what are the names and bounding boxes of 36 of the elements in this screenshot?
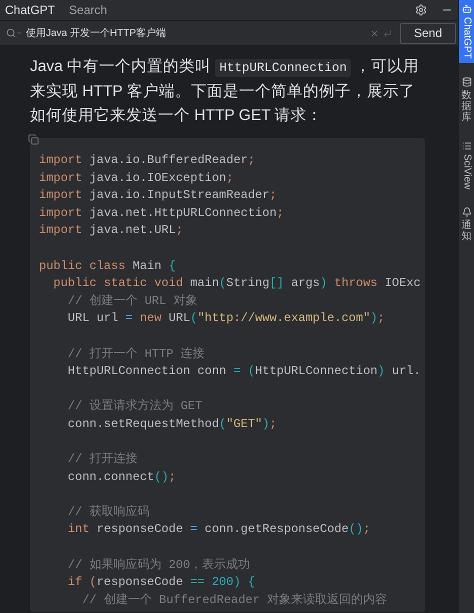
code-line: import java.io.BufferedReader; <box>39 153 256 167</box>
code-line: if (responseCode == 200) { <box>66 575 256 590</box>
code-line: import java.io.IOException; <box>39 170 234 185</box>
code-line: // 打开一个 HTTP 连接 <box>66 346 205 361</box>
clear-icon[interactable] <box>370 28 379 38</box>
code-line: // 获取响应码 <box>66 504 150 519</box>
code-line: public class Main { <box>39 258 176 273</box>
side-tab[interactable]: 数据库 <box>459 72 474 127</box>
header-tab[interactable]: ChatGPT <box>5 4 56 16</box>
settings-icon[interactable] <box>415 4 427 16</box>
side-tab[interactable]: SciView <box>459 136 474 194</box>
code-line: int responseCode = conn.getResponseCode(); <box>66 522 370 536</box>
side-tab[interactable]: ChatGPT <box>459 0 474 63</box>
bell-icon <box>462 207 472 218</box>
code-line: conn.connect(); <box>66 470 176 484</box>
copy-icon[interactable] <box>28 134 39 145</box>
send-button[interactable]: Send <box>400 22 456 44</box>
robot-icon <box>462 4 472 14</box>
code-line: // 如果响应码为 200，表示成功 <box>66 558 250 572</box>
database-icon <box>462 76 472 87</box>
message-text: Java 中有一个内置的类叫 HttpURLConnection ，可以用来实现 HTTP 客户端。下面是一个简单的例子，展示了如何使用它来发送一个 HTTP GET 请求： <box>30 57 420 126</box>
code-line: import java.net.URL; <box>39 223 184 238</box>
code-line: // 创建一个 URL 对象 <box>66 294 198 308</box>
search-icon[interactable] <box>6 28 22 38</box>
code-line: // 创建一个 BufferedReader 对象来读取返回的内容 <box>81 592 388 607</box>
code-line: // 打开连接 <box>66 452 138 466</box>
code-line: import java.net.HttpURLConnection; <box>39 206 284 220</box>
code-line: URL url = new URL("http://www.example.com"); <box>66 311 385 326</box>
code-line: public static void main(String[] args) throws IOExc <box>52 276 421 290</box>
code-line: import java.io.InputStreamReader; <box>39 188 277 202</box>
header-tab[interactable]: Search <box>69 4 108 16</box>
search-input[interactable]: 使用Java 开发一个HTTP客户端 <box>26 26 366 40</box>
code-line: HttpURLConnection conn = (HttpURLConnection) url. <box>66 364 421 378</box>
code-line: // 设置请求方法为 GET <box>66 399 202 414</box>
side-tab[interactable]: 通知 <box>459 203 474 246</box>
code-line: conn.setRequestMethod("GET"); <box>66 416 277 431</box>
